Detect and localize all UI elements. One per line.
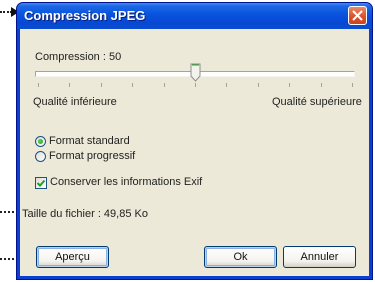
preview-button[interactable]: Aperçu [36, 246, 109, 268]
slider-tick [100, 83, 102, 87]
slider-tick [195, 83, 196, 87]
format-standard-label[interactable]: Format standard [49, 135, 130, 147]
exif-checkbox[interactable] [35, 177, 47, 189]
low-quality-label: Qualité inférieure [33, 96, 117, 108]
format-progressive-label[interactable]: Format progressif [49, 150, 135, 162]
slider-tick [257, 83, 259, 87]
high-quality-label: Qualité supérieure [272, 96, 362, 108]
slider-tick [132, 83, 134, 87]
slider-tick [320, 83, 322, 87]
dialog-title: Compression JPEG [24, 8, 146, 23]
slider-tick [352, 83, 353, 87]
file-size-label: Taille du fichier : 49,85 Ko [22, 208, 148, 220]
slider-tick [38, 83, 39, 87]
dialog-body: Compression : 50 Qualité inférieure Qual… [20, 29, 369, 276]
radio-progressive[interactable] [35, 151, 46, 162]
compression-label: Compression : 50 [35, 51, 122, 63]
exif-label[interactable]: Conserver les informations Exif [50, 176, 202, 188]
title-bar[interactable]: Compression JPEG [17, 3, 372, 29]
check-icon [36, 179, 46, 187]
slider-tick [289, 83, 291, 87]
radio-selected-dot [38, 139, 43, 144]
cancel-button[interactable]: Annuler [283, 246, 356, 268]
compression-slider-thumb[interactable] [190, 63, 201, 83]
slider-tick [226, 83, 228, 87]
slider-tick [69, 83, 71, 87]
dialog-window: Compression JPEG Compression : 50 Qualit… [16, 2, 373, 280]
radio-standard[interactable] [35, 136, 46, 147]
ok-button[interactable]: Ok [204, 246, 277, 268]
close-button[interactable] [348, 6, 367, 25]
slider-tick [163, 83, 165, 87]
close-icon [352, 10, 363, 21]
pointer-arrow-title [0, 7, 19, 17]
